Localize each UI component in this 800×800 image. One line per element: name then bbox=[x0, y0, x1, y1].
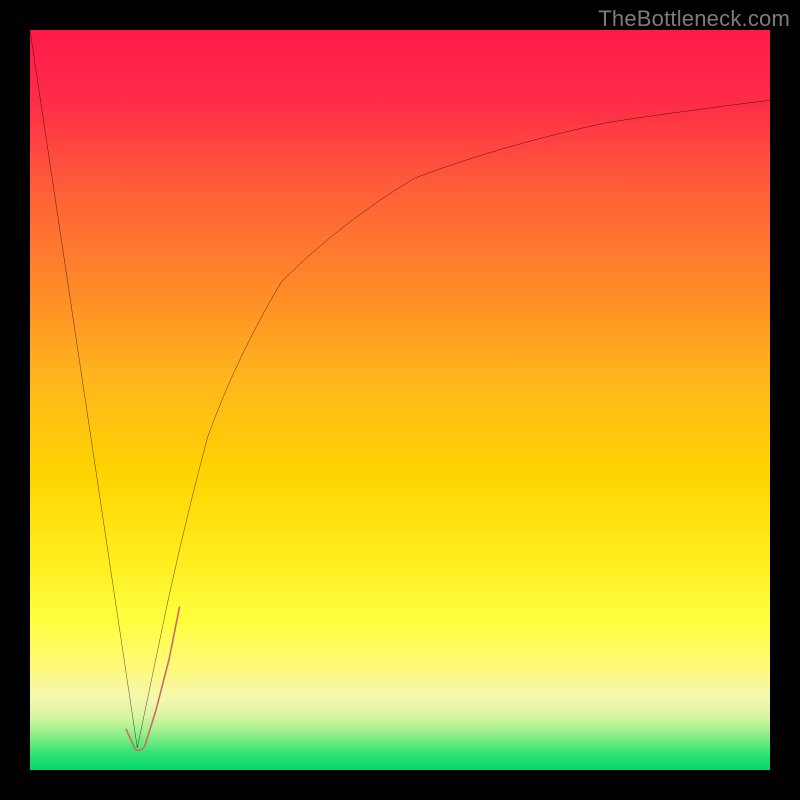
curves-layer bbox=[30, 30, 770, 770]
series-salmon-tick bbox=[126, 607, 179, 750]
series-black-descend bbox=[30, 30, 137, 748]
chart-frame: TheBottleneck.com bbox=[0, 0, 800, 800]
series-black-ascend bbox=[137, 100, 770, 748]
plot-area bbox=[30, 30, 770, 770]
watermark-text: TheBottleneck.com bbox=[598, 6, 790, 32]
